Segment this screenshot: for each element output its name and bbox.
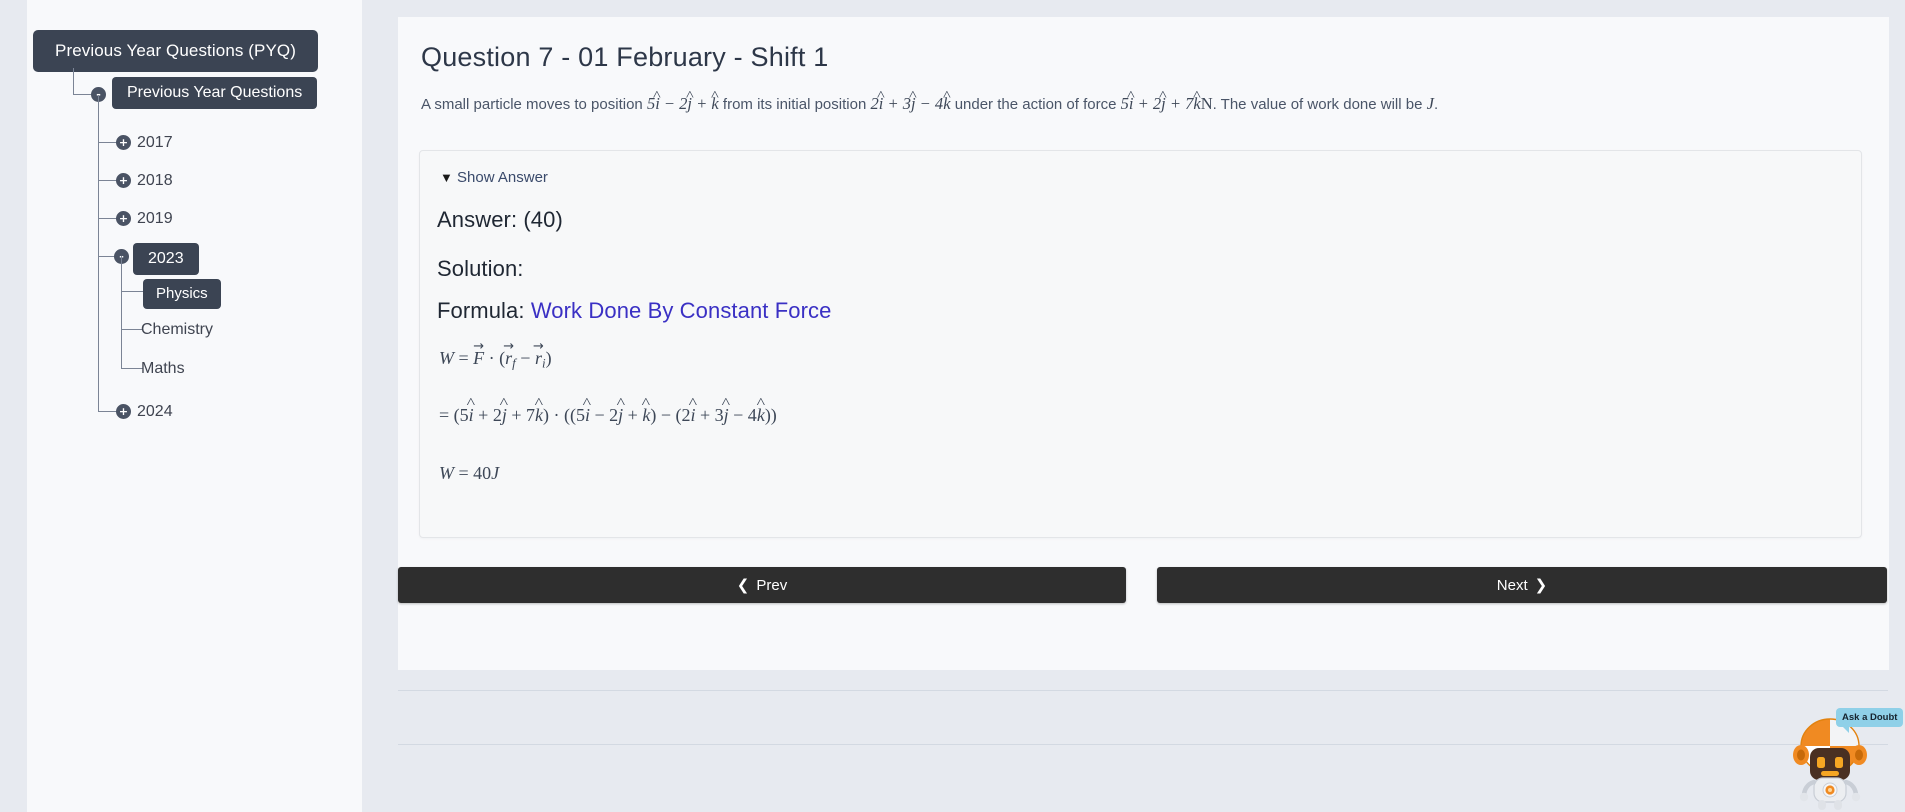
tree-node-2023[interactable]: 2023: [133, 243, 199, 275]
question-statement: A small particle moves to position 5i − …: [421, 93, 1861, 116]
question-seg-3: under the action of force: [954, 96, 1117, 113]
tree-toggle-2018[interactable]: +: [116, 173, 131, 188]
tree-connector: [98, 180, 118, 181]
divider-below-nav: [398, 744, 1888, 745]
tree-toggle-2024[interactable]: +: [116, 404, 131, 419]
equation-3: W = 40J: [439, 463, 500, 483]
tree-node-physics[interactable]: Physics: [143, 279, 221, 309]
tree-node-2017[interactable]: 2017: [137, 133, 173, 153]
tree-node-chemistry[interactable]: Chemistry: [141, 320, 213, 340]
tree-connector: [121, 329, 143, 330]
tree-connector: [121, 368, 143, 369]
page-root: Previous Year Questions (PYQ) - Previous…: [0, 0, 1905, 812]
prev-button-label: Prev: [756, 576, 788, 594]
chevron-right-icon: ❯: [1534, 576, 1548, 594]
divider-above-nav: [398, 690, 1888, 691]
question-unit-joule: J: [1426, 94, 1434, 113]
tree-subspine: [121, 256, 122, 368]
next-button-label: Next: [1496, 576, 1528, 594]
tree-connector: [98, 411, 118, 412]
tree-node-maths[interactable]: Maths: [141, 359, 185, 379]
question-vector-force: 5i + 2j + 7kN: [1121, 94, 1213, 113]
tree-node-2019[interactable]: 2019: [137, 209, 173, 229]
tree-toggle-2019[interactable]: +: [116, 211, 131, 226]
equation-2: = (5i + 2j + 7k) · ((5i − 2j + k) − (2i …: [439, 405, 777, 426]
tree-connector: [73, 68, 74, 95]
question-seg-4: . The value of work done will be: [1212, 96, 1423, 113]
tree-connector: [121, 291, 143, 292]
ask-a-doubt-widget[interactable]: Ask a Doubt: [1788, 708, 1904, 812]
prev-button[interactable]: ❮ Prev: [398, 567, 1126, 603]
question-seg-5: .: [1433, 96, 1439, 113]
show-answer-label: Show Answer: [457, 169, 548, 186]
tree-toggle-2017[interactable]: +: [116, 135, 131, 150]
question-vector-final: 5i − 2j + k: [647, 94, 719, 113]
tree-node-2024[interactable]: 2024: [137, 402, 173, 422]
formula-row: Formula: Work Done By Constant Force: [437, 298, 831, 324]
tree-root-pyq[interactable]: Previous Year Questions (PYQ): [33, 30, 319, 72]
answer-card: ▼ Show Answer Answer: (40) Solution: For…: [419, 150, 1862, 538]
show-answer-toggle[interactable]: ▼ Show Answer: [440, 169, 548, 186]
page-title: Question 7 - 01 February - Shift 1: [421, 42, 829, 72]
tree-connector: [98, 218, 118, 219]
formula-link[interactable]: Work Done By Constant Force: [531, 298, 832, 323]
equation-1: W = F · (rf − ri): [439, 348, 552, 372]
ask-a-doubt-bubble: Ask a Doubt: [1836, 708, 1904, 733]
chevron-down-icon: ▼: [440, 170, 453, 185]
tree-node-previous-year-questions[interactable]: Previous Year Questions: [112, 77, 318, 109]
answer-value: Answer: (40): [437, 207, 563, 232]
solution-heading: Solution:: [437, 256, 524, 281]
question-vector-initial: 2i + 3j − 4k: [870, 94, 950, 113]
question-tree: Previous Year Questions (PYQ) - Previous…: [27, 0, 362, 420]
chevron-left-icon: ❮: [736, 576, 750, 594]
question-seg-1: A small particle moves to position: [421, 96, 643, 113]
tree-node-2018[interactable]: 2018: [137, 171, 173, 191]
sidebar-panel: Previous Year Questions (PYQ) - Previous…: [27, 0, 362, 812]
question-seg-2: from its initial position: [722, 96, 867, 113]
next-button[interactable]: Next ❯: [1157, 567, 1887, 603]
formula-label: Formula:: [437, 298, 525, 323]
tree-connector: [98, 142, 118, 143]
